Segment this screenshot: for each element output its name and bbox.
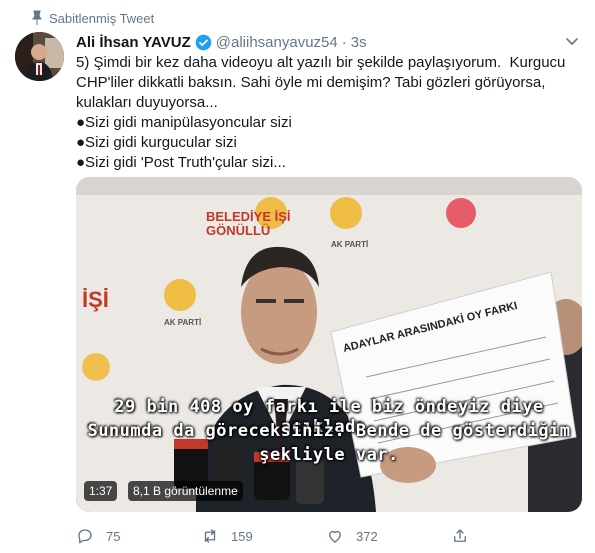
- pinned-label-text: Sabitlenmiş Tweet: [49, 10, 155, 26]
- tweet-text-line: ●Sizi gidi manipülasyoncular sizi: [76, 114, 292, 131]
- author-name[interactable]: Ali İhsan YAVUZ: [76, 34, 191, 51]
- video-subtitle: Sunumda da göreceksiniz. Bende de göster…: [87, 421, 571, 441]
- tweet-text-line: kulakları duyuyorsa...: [76, 94, 218, 111]
- chevron-down-icon[interactable]: [564, 33, 580, 49]
- tweet-timestamp[interactable]: 3s: [351, 34, 367, 51]
- reply-button[interactable]: 75: [76, 527, 201, 545]
- retweet-count: 159: [231, 528, 253, 544]
- reply-count: 75: [106, 528, 121, 544]
- video-view-count: 8,1 B görüntülenme: [128, 481, 243, 501]
- pinned-tweet-label: Sabitlenmiş Tweet: [32, 9, 155, 27]
- author-handle[interactable]: @aliihsanyavuz54: [216, 34, 338, 51]
- tweet-text-line: CHP'liler dikkatli baksın. Sahi öyle mi …: [76, 74, 546, 91]
- backdrop-text: İŞİ: [82, 287, 109, 312]
- heart-icon: [329, 530, 341, 543]
- like-button[interactable]: 372: [326, 527, 451, 545]
- tweet-header: Ali İhsan YAVUZ @aliihsanyavuz54 · 3s: [76, 31, 580, 53]
- verified-badge-icon: [195, 34, 212, 50]
- retweet-icon: [204, 529, 216, 543]
- tweet-text-line: 5) Şimdi bir kez daha videoyu alt yazılı…: [76, 54, 566, 71]
- tweet-text: 5) Şimdi bir kez daha videoyu alt yazılı…: [76, 53, 581, 173]
- share-button[interactable]: [451, 527, 576, 545]
- tweet-text-line: ●Sizi gidi kurgucular sizi: [76, 134, 237, 151]
- like-count: 372: [356, 528, 378, 544]
- pin-icon: [32, 10, 42, 25]
- tweet-actions: 75 159 372: [76, 526, 576, 546]
- avatar[interactable]: [15, 32, 64, 81]
- separator-dot: ·: [341, 33, 347, 51]
- backdrop-text: AK PARTİ: [331, 240, 368, 249]
- share-icon: [454, 529, 466, 542]
- backdrop-text: GÖNÜLLÜ: [206, 223, 270, 238]
- video-duration: 1:37: [84, 481, 118, 501]
- retweet-button[interactable]: 159: [201, 527, 326, 545]
- backdrop-text: BELEDİYE İŞİ: [206, 209, 291, 224]
- reply-icon: [78, 529, 92, 544]
- video-player[interactable]: BELEDİYE İŞİ GÖNÜLLÜ AK PARTİ İŞİ AK PAR…: [76, 177, 582, 512]
- video-subtitle: şekliyle var.: [259, 445, 399, 465]
- avatar-image: [15, 32, 64, 81]
- tweet-text-line: ●Sizi gidi 'Post Truth'çular sizi...: [76, 154, 286, 171]
- backdrop-text: AK PARTİ: [164, 318, 201, 327]
